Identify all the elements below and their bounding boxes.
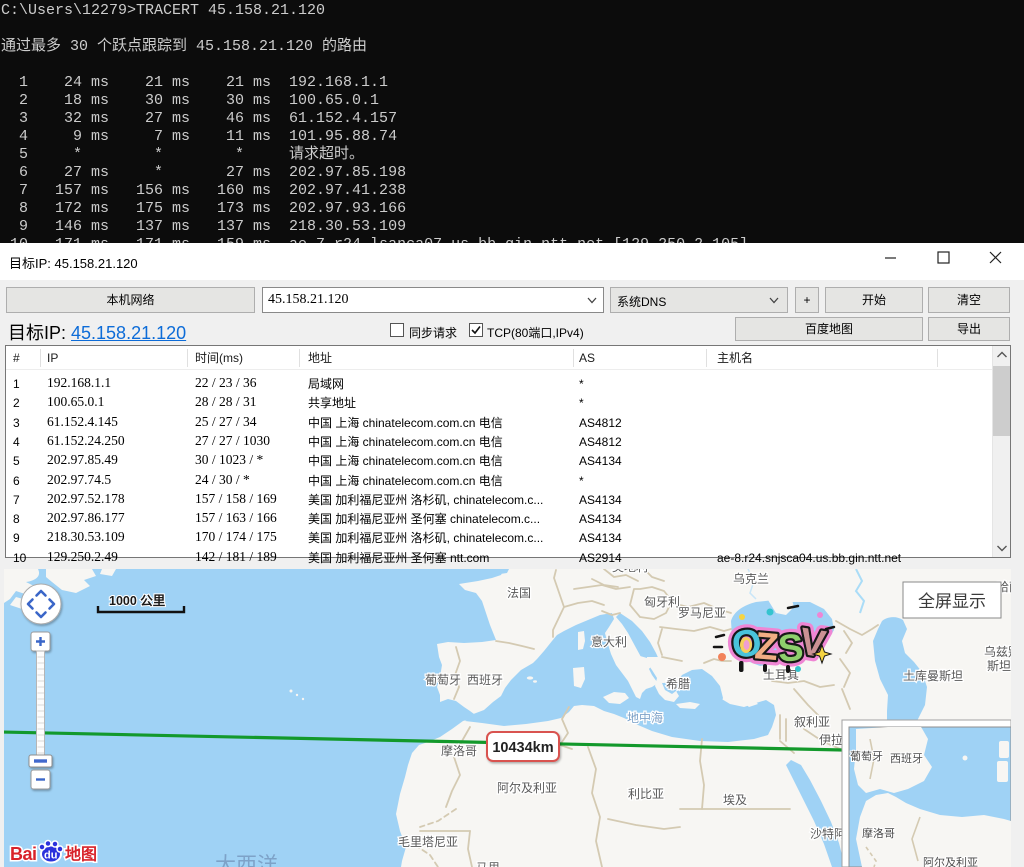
svg-text:匈牙利: 匈牙利 [644,595,680,609]
svg-text:全屏显示: 全屏显示 [918,592,986,611]
svg-text:1000 公里: 1000 公里 [109,593,166,608]
svg-text:法国: 法国 [507,586,531,600]
svg-text:奥地利: 奥地利 [612,569,648,574]
svg-text:葡萄牙: 葡萄牙 [425,673,461,687]
svg-text:阿尔及利亚: 阿尔及利亚 [923,856,978,867]
svg-text:西班牙: 西班牙 [467,673,503,687]
svg-text:马里: 马里 [476,861,500,867]
svg-text:摩洛哥: 摩洛哥 [441,743,477,758]
svg-text:西班牙: 西班牙 [890,752,923,765]
svg-text:意大利: 意大利 [591,634,627,649]
svg-text:du: du [44,850,57,862]
svg-text:毛里塔尼亚: 毛里塔尼亚 [398,835,458,849]
svg-text:利比亚: 利比亚 [628,787,664,801]
svg-text:大西洋: 大西洋 [215,854,278,867]
svg-text:罗马尼亚: 罗马尼亚 [678,606,726,620]
svg-text:叙利亚: 叙利亚 [794,715,830,729]
svg-text:10434km: 10434km [492,740,553,756]
svg-text:埃及: 埃及 [723,793,747,807]
svg-text:摩洛哥: 摩洛哥 [862,826,895,840]
svg-text:地图: 地图 [65,845,97,864]
svg-text:乌克兰: 乌克兰 [733,571,769,586]
svg-text:地中海: 地中海 [627,710,663,725]
svg-text:阿尔及利亚: 阿尔及利亚 [497,780,557,795]
svg-text:斯坦: 斯坦 [987,659,1011,673]
svg-text:土库曼斯坦: 土库曼斯坦 [903,668,963,683]
svg-text:Bai: Bai [10,844,37,864]
svg-text:希腊: 希腊 [666,676,690,691]
svg-text:葡萄牙: 葡萄牙 [850,750,883,763]
svg-text:Z: Z [753,625,780,669]
svg-text:乌兹别: 乌兹别 [984,644,1011,659]
